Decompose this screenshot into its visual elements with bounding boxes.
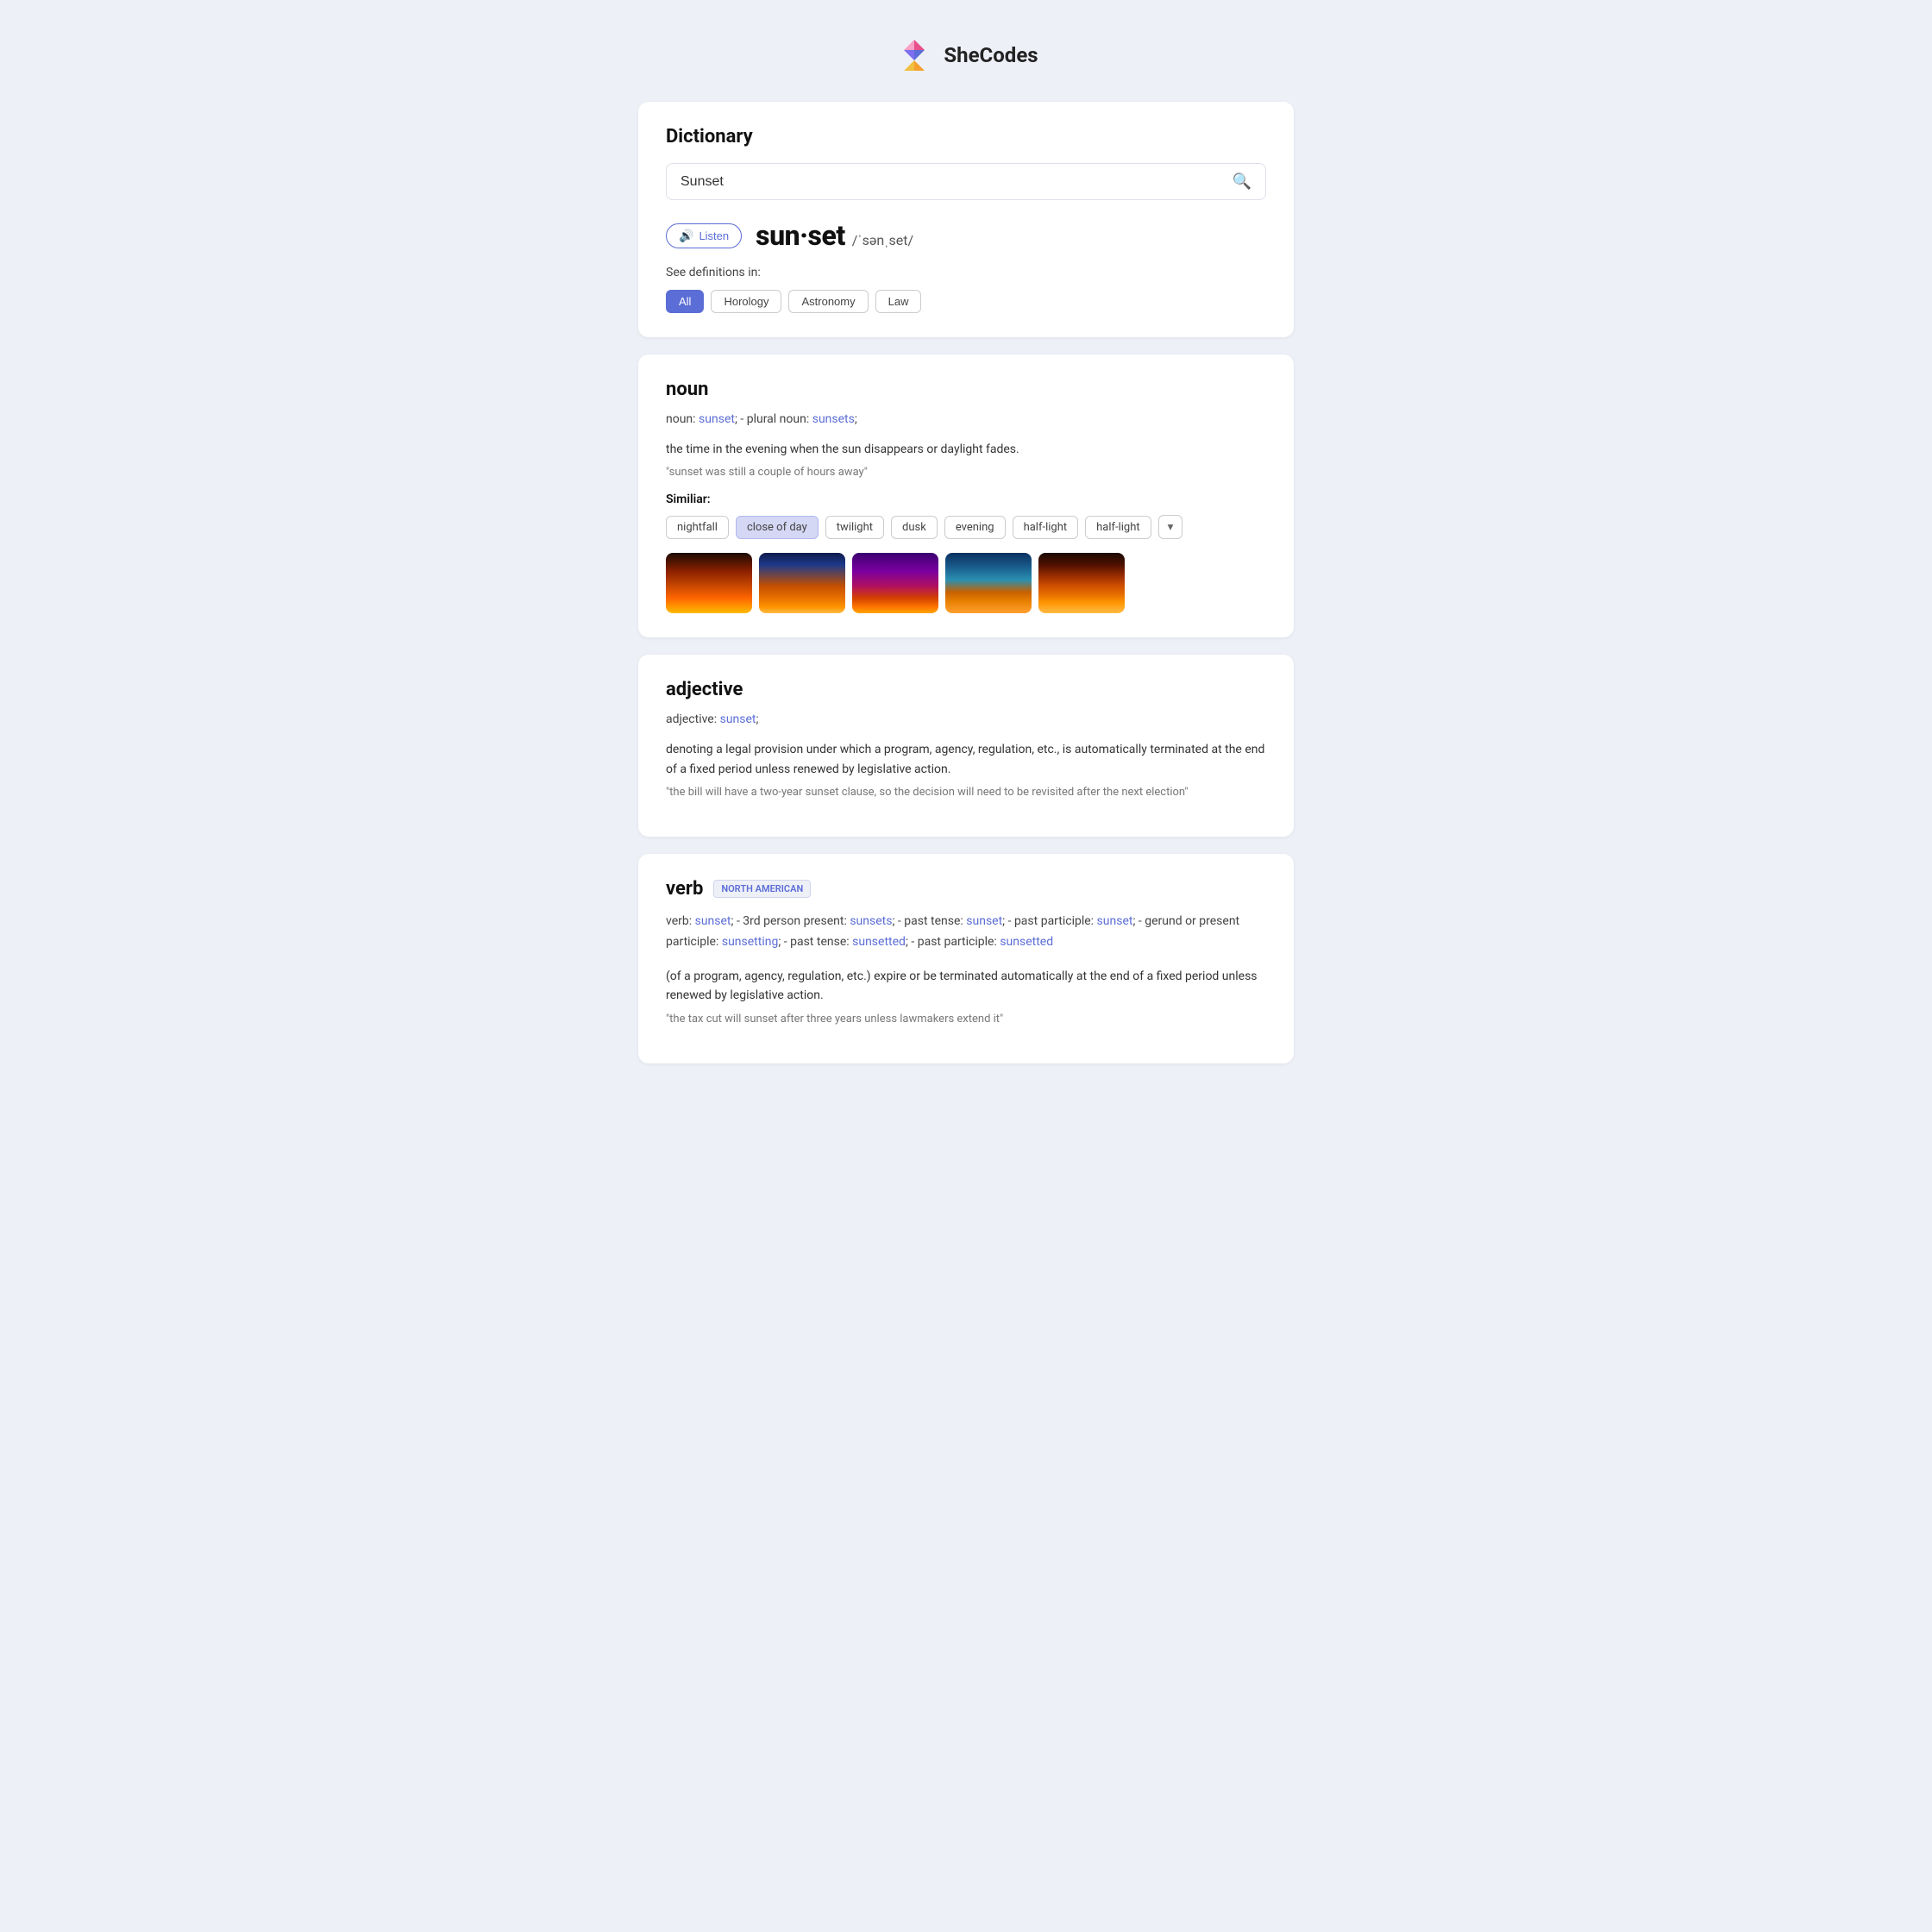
tag-half-light-1[interactable]: half-light bbox=[1013, 516, 1079, 539]
noun-example: "sunset was still a couple of hours away… bbox=[666, 466, 1266, 479]
similar-label: Similiar: bbox=[666, 492, 1266, 506]
category-law[interactable]: Law bbox=[875, 290, 922, 313]
tag-dusk[interactable]: dusk bbox=[891, 516, 938, 539]
sunset-image-2 bbox=[759, 553, 845, 613]
logo-area: SheCodes bbox=[17, 34, 1915, 76]
north-american-badge: NORTH AMERICAN bbox=[713, 880, 811, 898]
word-display: sun·set /ˈsənˌset/ bbox=[756, 219, 913, 252]
sunset-image-3 bbox=[852, 553, 938, 613]
page-title: Dictionary bbox=[666, 126, 1266, 147]
third-person-link[interactable]: sunsets bbox=[850, 914, 892, 928]
verb-sep3: ; - past participle: bbox=[1002, 914, 1094, 928]
adjective-example: "the bill will have a two-year sunset cl… bbox=[666, 786, 1266, 799]
verb-word-link[interactable]: sunset bbox=[695, 914, 731, 928]
category-all[interactable]: All bbox=[666, 290, 704, 313]
search-input[interactable] bbox=[681, 174, 1233, 190]
past-participle-link[interactable]: sunset bbox=[1097, 914, 1133, 928]
gerund-link[interactable]: sunsetting bbox=[722, 935, 778, 949]
expand-tags-button[interactable]: ▾ bbox=[1158, 515, 1183, 539]
noun-plural-link[interactable]: sunsets bbox=[812, 412, 855, 426]
verb-definition: (of a program, agency, regulation, etc.)… bbox=[666, 967, 1266, 1006]
adj-meta-prefix: adjective: bbox=[666, 712, 717, 726]
tag-nightfall[interactable]: nightfall bbox=[666, 516, 729, 539]
sunset-images bbox=[666, 553, 1266, 613]
verb-meta-prefix: verb: bbox=[666, 914, 692, 928]
verb-label: verb bbox=[666, 878, 703, 900]
noun-section-card: noun noun: sunset; - plural noun: sunset… bbox=[638, 354, 1294, 637]
noun-definition: the time in the evening when the sun dis… bbox=[666, 440, 1266, 459]
noun-meta: noun: sunset; - plural noun: sunsets; bbox=[666, 412, 1266, 426]
verb-label-row: verb NORTH AMERICAN bbox=[666, 878, 1266, 900]
adj-meta-end: ; bbox=[756, 712, 759, 726]
logo-text: SheCodes bbox=[944, 43, 1038, 67]
verb-sep1: ; - 3rd person present: bbox=[731, 914, 847, 928]
search-box: 🔍 bbox=[666, 163, 1266, 200]
noun-meta-prefix: noun: bbox=[666, 412, 696, 426]
see-definitions-label: See definitions in: bbox=[666, 266, 1266, 279]
verb-sep6: ; - past participle: bbox=[906, 935, 997, 949]
noun-meta-end: ; bbox=[855, 412, 857, 426]
sunset-image-4 bbox=[945, 553, 1032, 613]
dictionary-card: Dictionary 🔍 🔊 Listen sun·set /ˈsənˌset/… bbox=[638, 102, 1294, 337]
tag-close-of-day[interactable]: close of day bbox=[736, 516, 819, 539]
word-text: sun·set bbox=[756, 219, 845, 252]
listen-button[interactable]: 🔊 Listen bbox=[666, 223, 742, 248]
pronunciation: /ˈsənˌset/ bbox=[852, 232, 913, 248]
noun-label: noun bbox=[666, 379, 1266, 400]
speaker-icon: 🔊 bbox=[679, 229, 693, 243]
tag-evening[interactable]: evening bbox=[944, 516, 1006, 539]
tag-twilight[interactable]: twilight bbox=[825, 516, 884, 539]
word-row: 🔊 Listen sun·set /ˈsənˌset/ bbox=[666, 219, 1266, 252]
listen-label: Listen bbox=[699, 229, 729, 242]
adjective-section-card: adjective adjective: sunset; denoting a … bbox=[638, 655, 1294, 837]
verb-section-card: verb NORTH AMERICAN verb: sunset; - 3rd … bbox=[638, 854, 1294, 1063]
noun-word-link[interactable]: sunset bbox=[699, 412, 735, 426]
adj-word-link[interactable]: sunset bbox=[720, 712, 756, 726]
verb-sep2: ; - past tense: bbox=[892, 914, 963, 928]
similar-tags: nightfall close of day twilight dusk eve… bbox=[666, 515, 1266, 539]
verb-sep5: ; - past tense: bbox=[778, 935, 849, 949]
sunset-image-5 bbox=[1038, 553, 1125, 613]
noun-meta-sep: ; - plural noun: bbox=[735, 412, 809, 426]
tag-half-light-2[interactable]: half-light bbox=[1085, 516, 1151, 539]
category-filters: All Horology Astronomy Law bbox=[666, 290, 1266, 313]
past-participle2-link[interactable]: sunsetted bbox=[1000, 935, 1053, 949]
sunset-image-1 bbox=[666, 553, 752, 613]
category-astronomy[interactable]: Astronomy bbox=[788, 290, 868, 313]
verb-meta: verb: sunset; - 3rd person present: suns… bbox=[666, 912, 1266, 953]
adjective-meta: adjective: sunset; bbox=[666, 712, 1266, 726]
past-tense2-link[interactable]: sunsetted bbox=[852, 935, 906, 949]
past-tense-link[interactable]: sunset bbox=[966, 914, 1002, 928]
search-icon[interactable]: 🔍 bbox=[1233, 172, 1251, 191]
shecodes-logo-icon bbox=[894, 34, 935, 76]
verb-example: "the tax cut will sunset after three yea… bbox=[666, 1013, 1266, 1026]
adjective-definition: denoting a legal provision under which a… bbox=[666, 740, 1266, 779]
adjective-label: adjective bbox=[666, 679, 1266, 700]
category-horology[interactable]: Horology bbox=[711, 290, 781, 313]
